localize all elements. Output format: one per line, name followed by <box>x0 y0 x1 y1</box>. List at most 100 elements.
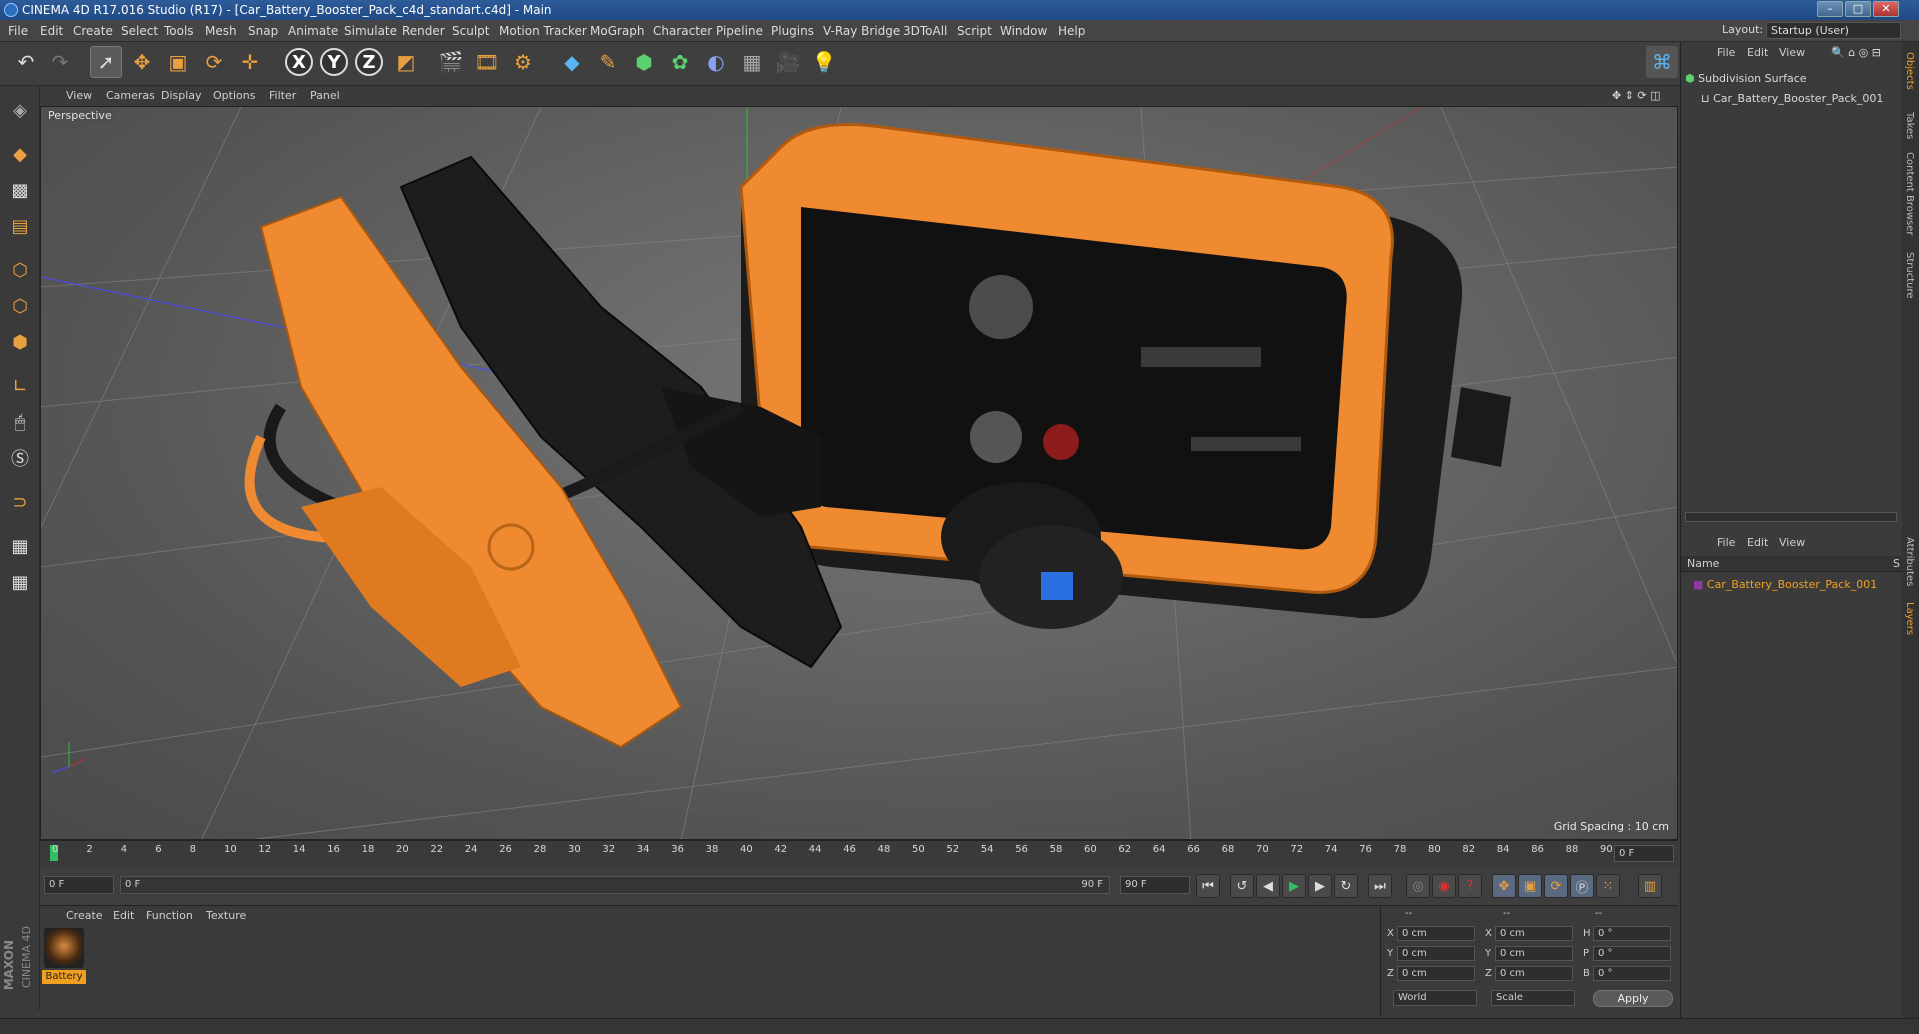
size-z-field[interactable]: 0 cm <box>1495 966 1573 981</box>
menu-create[interactable]: Create <box>73 24 113 38</box>
key-rotation-icon[interactable]: ⟳ <box>1544 874 1568 898</box>
polygons-mode-icon[interactable]: ⬢ <box>4 326 36 358</box>
tab-objects[interactable]: Objects <box>1904 52 1915 90</box>
key-parameter-icon[interactable]: Ⓟ <box>1570 874 1594 898</box>
menu-file[interactable]: File <box>8 24 28 38</box>
viewport-menu-panel[interactable]: Panel <box>310 89 340 102</box>
apply-button[interactable]: Apply <box>1593 990 1673 1007</box>
material-thumbnail[interactable] <box>44 928 84 968</box>
menu-plugins[interactable]: Plugins <box>771 24 814 38</box>
menu-sculpt[interactable]: Sculpt <box>452 24 489 38</box>
layer-column-s[interactable]: S <box>1893 557 1900 570</box>
next-frame-icon[interactable]: ▶ <box>1308 874 1332 898</box>
texture-mode-icon[interactable]: ▩ <box>4 174 36 206</box>
go-to-end-icon[interactable]: ⏭ <box>1368 874 1392 898</box>
deformer-icon[interactable]: ◐ <box>700 46 732 78</box>
tab-content-browser[interactable]: Content Browser <box>1904 152 1915 235</box>
menu-select[interactable]: Select <box>121 24 158 38</box>
menu-edit[interactable]: Edit <box>40 24 63 38</box>
current-frame-field[interactable]: 0 F <box>1614 845 1674 862</box>
autokey-icon[interactable]: ◉ <box>1432 874 1456 898</box>
render-view-icon[interactable]: 🎬 <box>435 46 467 78</box>
object-menu-edit[interactable]: Edit <box>1747 46 1768 59</box>
start-frame-field[interactable]: 0 F <box>44 876 114 894</box>
tab-structure[interactable]: Structure <box>1904 252 1915 299</box>
cloner-icon[interactable]: ✿ <box>664 46 696 78</box>
menu-window[interactable]: Window <box>1000 24 1047 38</box>
key-position-icon[interactable]: ✥ <box>1492 874 1516 898</box>
menu-simulate[interactable]: Simulate <box>344 24 397 38</box>
coordinate-space-select[interactable]: World <box>1393 990 1477 1006</box>
play-icon[interactable]: ▶ <box>1282 874 1306 898</box>
coordinate-system-icon[interactable]: ◩ <box>390 46 422 78</box>
solo-icon[interactable]: Ⓢ <box>4 442 36 474</box>
layout-select[interactable]: Startup (User) <box>1766 22 1901 39</box>
make-editable-icon[interactable]: ◈ <box>4 94 36 126</box>
layer-row[interactable]: ■ Car_Battery_Booster_Pack_001 <box>1693 578 1877 591</box>
camera-icon[interactable]: 🎥 <box>772 46 804 78</box>
material-name[interactable]: Battery <box>42 970 86 984</box>
maximize-button[interactable]: □ <box>1845 1 1871 17</box>
previous-key-icon[interactable]: ↺ <box>1230 874 1254 898</box>
timeline-window-icon[interactable]: ▥ <box>1638 874 1662 898</box>
material-menu-edit[interactable]: Edit <box>113 909 134 922</box>
go-to-start-icon[interactable]: ⏮ <box>1196 874 1220 898</box>
position-x-field[interactable]: 0 cm <box>1397 926 1475 941</box>
size-x-field[interactable]: 0 cm <box>1495 926 1573 941</box>
workplane-icon[interactable]: ▤ <box>4 210 36 242</box>
points-mode-icon[interactable]: ⬡ <box>4 254 36 286</box>
axis-y-button[interactable]: Y <box>318 46 350 78</box>
python-icon[interactable]: ⌘ <box>1646 46 1678 78</box>
redo-icon[interactable]: ↷ <box>44 46 76 78</box>
layer-column-name[interactable]: Name <box>1687 557 1719 570</box>
viewport[interactable]: Perspective Grid Spacing : 10 cm <box>40 106 1678 840</box>
rotation-p-field[interactable]: 0 ° <box>1593 946 1671 961</box>
object-manager-scrollbar[interactable] <box>1685 512 1897 522</box>
pen-spline-icon[interactable]: ✎ <box>592 46 624 78</box>
camera-label[interactable]: Perspective <box>45 109 115 122</box>
menu-snap[interactable]: Snap <box>248 24 278 38</box>
axis-x-button[interactable]: X <box>283 46 315 78</box>
rotate-icon[interactable]: ⟳ <box>198 46 230 78</box>
menu-pipeline[interactable]: Pipeline <box>716 24 763 38</box>
menu-motion-tracker[interactable]: Motion Tracker <box>499 24 587 38</box>
object-row-subdivision[interactable]: ⬢ Subdivision Surface <box>1685 72 1807 85</box>
model-mode-icon[interactable]: ◆ <box>4 138 36 170</box>
menu-character[interactable]: Character <box>653 24 712 38</box>
menu-vray-bridge[interactable]: V-Ray Bridge <box>823 24 900 38</box>
scale-icon[interactable]: ▣ <box>162 46 194 78</box>
undo-icon[interactable]: ↶ <box>10 46 42 78</box>
keyframe-selection-icon[interactable]: ? <box>1458 874 1482 898</box>
object-manager-tool-icons[interactable]: 🔍 ⌂ ◎ ⊟ <box>1831 46 1881 59</box>
menu-render[interactable]: Render <box>402 24 445 38</box>
material-menu-create[interactable]: Create <box>66 909 103 922</box>
minimize-button[interactable]: – <box>1817 1 1843 17</box>
position-y-field[interactable]: 0 cm <box>1397 946 1475 961</box>
key-pla-icon[interactable]: ⁙ <box>1596 874 1620 898</box>
menu-mograph[interactable]: MoGraph <box>590 24 645 38</box>
edges-mode-icon[interactable]: ⬡ <box>4 290 36 322</box>
viewport-menu-cameras[interactable]: Cameras <box>106 89 155 102</box>
live-selection-icon[interactable]: ✛ <box>234 46 266 78</box>
axis-mode-icon[interactable]: ∟ <box>4 370 36 402</box>
render-picture-viewer-icon[interactable]: 🎞 <box>471 46 503 78</box>
menu-animate[interactable]: Animate <box>288 24 338 38</box>
frame-range-slider[interactable]: 0 F 90 F <box>120 876 1110 894</box>
object-menu-view[interactable]: View <box>1779 46 1805 59</box>
key-scale-icon[interactable]: ▣ <box>1518 874 1542 898</box>
render-settings-icon[interactable]: ⚙ <box>507 46 539 78</box>
move-icon[interactable]: ✥ <box>126 46 158 78</box>
end-frame-field[interactable]: 90 F <box>1120 876 1190 894</box>
lock-workplane-icon[interactable]: ▦ <box>4 530 36 562</box>
viewport-menu-options[interactable]: Options <box>213 89 255 102</box>
material-menu-texture[interactable]: Texture <box>206 909 246 922</box>
axis-z-button[interactable]: Z <box>353 46 385 78</box>
object-row-battery[interactable]: ⊔ Car_Battery_Booster_Pack_001 <box>1701 92 1883 105</box>
rotation-h-field[interactable]: 0 ° <box>1593 926 1671 941</box>
previous-frame-icon[interactable]: ◀ <box>1256 874 1280 898</box>
snap-icon[interactable]: ⊃ <box>4 486 36 518</box>
rotation-b-field[interactable]: 0 ° <box>1593 966 1671 981</box>
size-y-field[interactable]: 0 cm <box>1495 946 1573 961</box>
record-icon[interactable]: ◎ <box>1406 874 1430 898</box>
viewport-menu-display[interactable]: Display <box>161 89 202 102</box>
